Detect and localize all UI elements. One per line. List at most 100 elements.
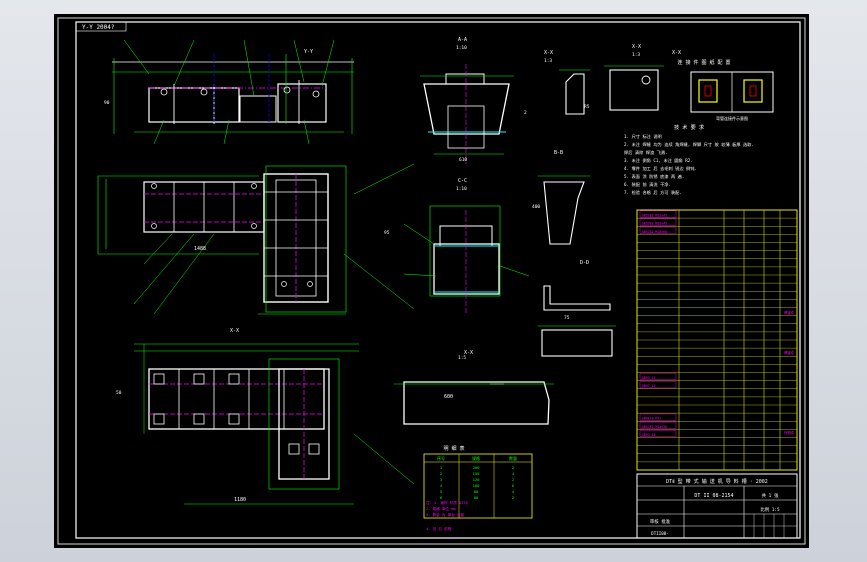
clip-detail-2: X-X 1:3	[604, 44, 664, 111]
spec-cell: 2	[512, 495, 514, 500]
notes-heading: 技 术 要 求	[674, 123, 705, 131]
lower-plate-view: X-X	[394, 350, 554, 425]
label-dim-r5: R5	[584, 104, 590, 110]
label-scale-1-5: 1:5	[458, 355, 466, 361]
bom-side-tag: 焊接件	[784, 350, 795, 355]
spec-cell: 2	[440, 471, 442, 476]
label-dim-2: 2	[524, 110, 527, 116]
label-clip-2-scale: 1:3	[632, 52, 640, 58]
label-scale-c: 1:10	[456, 186, 467, 192]
title-block: DTⅡ 型 带 式 输 送 机 导 料 槽 · 2002 DT II 08-21…	[636, 473, 798, 539]
label-dim-95: 95	[384, 230, 390, 236]
spec-cell: 6	[440, 495, 443, 500]
bom-rows: GB5782 M12×45 GB5782 M12×45 GB5782 M16×60 G…	[637, 210, 797, 463]
spec-cell: 80	[474, 489, 479, 494]
spec-cell: 2	[512, 477, 514, 482]
spec-footer-line: 3. 数量 为 单台 用量	[426, 512, 465, 517]
note-line: 6. 装配 前 清洗 干净.	[624, 181, 671, 188]
label-dim-610: 610	[459, 157, 467, 163]
clip-detail-3: B-B 400	[532, 150, 590, 245]
label-detail-top-right: X-X	[672, 50, 681, 56]
label-clip-3-dim: 400	[532, 204, 540, 210]
label-dim-1488: 1488	[194, 246, 206, 252]
border-outer	[57, 17, 806, 545]
chinese-block-title: 连 接 件 图 纸 配 置	[677, 59, 730, 66]
spec-header: 序号	[437, 455, 445, 461]
title-code: DTII08-	[651, 531, 669, 536]
note-line: 3. 未注 倒角 C1, 未注 圆角 R2.	[624, 157, 693, 164]
spec-cell: 200	[473, 465, 481, 470]
chinese-block-caption: 弯管连接件示意图	[716, 115, 748, 121]
spec-cell: 120	[473, 477, 481, 482]
spec-header: 数量	[509, 455, 517, 461]
title-project: DTⅡ 型 带 式 输 送 机 导 料 槽 · 2002	[666, 478, 768, 485]
note-line: 7. 检验 合格 后 方可 装配.	[624, 189, 682, 196]
section-c-c: C-C 1:10	[403, 178, 530, 314]
spec-cell: 100	[473, 483, 481, 488]
label-top-section: Y-Y	[304, 49, 313, 55]
bom-tag: GB6170 M12	[642, 417, 661, 421]
spec-cell: 2	[512, 465, 514, 470]
spec-cell: 6	[512, 483, 515, 488]
title-sheet: 共 1 张	[762, 492, 779, 499]
spec-footer-line: 2. 规格 单位 mm	[426, 506, 456, 511]
side-elevation-view	[112, 39, 354, 145]
title-signature-grid	[744, 514, 797, 538]
spec-header: 规格	[472, 455, 480, 461]
spec-footer-line: 4. 另 见 说明	[426, 526, 452, 531]
bom-tag: GB97 12	[642, 384, 656, 388]
drawing-sheet: Y-Y 2004? Y-Y 1488 X-X 1180 A-A 1:10 610…	[57, 17, 806, 545]
spec-cell: 4	[512, 489, 515, 494]
label-clip-1-scale: 1:3	[544, 58, 552, 64]
bom-tag: GB93 10	[642, 433, 656, 437]
note-line: 4. 零件 加工 后 去毛刺 锐边 倒钝.	[624, 165, 697, 172]
spec-cell: 3	[440, 477, 442, 482]
cad-canvas: Y-Y 2004? Y-Y 1488 X-X 1180 A-A 1:10 610…	[54, 14, 809, 548]
bill-of-materials: GB5782 M12×45 GB5782 M12×45 GB5782 M16×60 G…	[636, 209, 798, 471]
bom-tag: GB5782 M12×45	[642, 214, 667, 218]
section-a-a: A-A 1:10	[420, 37, 514, 164]
label-dim-1180: 1180	[234, 497, 246, 503]
label-dim-50: 50	[116, 390, 122, 396]
spec-cell: 4	[440, 483, 443, 488]
label-clip-3: B-B	[554, 150, 563, 156]
spec-cell: 1	[440, 465, 443, 470]
bom-tag: GB93 12	[642, 376, 656, 380]
label-bottom-plan: X-X	[230, 328, 239, 334]
spec-table: 明 细 表 序号 规格 数量 1 200 22 150 43 120 24 100 65 80 46…	[423, 445, 533, 531]
bottom-plan-view: X-X	[134, 328, 415, 505]
label-clip-2: X-X	[632, 44, 641, 50]
note-line: 5. 表面 涂 防锈 底漆 两 遍.	[624, 173, 684, 180]
title-drawing-number: DT II 08-2154	[694, 493, 733, 499]
spec-cell: 60	[474, 495, 479, 500]
note-line: 1. 尺寸 标注 说明	[624, 133, 662, 140]
spec-cell: 4	[512, 471, 515, 476]
clip-detail-4: D-D	[538, 260, 616, 357]
spec-table-rows: 1 200 22 150 43 120 24 100 65 80 46 60 2	[440, 465, 515, 500]
label-dim-600: 600	[444, 394, 453, 400]
label-clip-1: X-X	[544, 50, 553, 56]
bom-tag: GB5782 M10×30	[642, 425, 667, 429]
spec-footer-line: 注: 1. 钢材 材质 Q235	[426, 500, 468, 505]
bom-side-tag: 焊接件	[784, 310, 795, 315]
bom-tag: GB5782 M12×45	[642, 222, 667, 226]
label-scale-a: 1:10	[456, 45, 467, 51]
title-scale: 比例 1:5	[760, 506, 780, 513]
spec-cell: 150	[473, 471, 481, 476]
label-section-a: A-A	[458, 37, 467, 43]
technical-notes: 技 术 要 求 1. 尺寸 标注 说明 2. 未注 焊缝 均为 连续 角焊缝, …	[624, 123, 754, 196]
middle-plan-view	[97, 163, 415, 315]
note-line: 2. 未注 焊缝 均为 连续 角焊缝, 焊脚 尺寸 按 较薄 板厚 选取.	[624, 141, 754, 148]
title-approval: 审核 批准	[650, 518, 671, 525]
spec-table-title: 明 细 表	[443, 445, 464, 452]
label-dim-90: 90	[104, 100, 110, 106]
note-line: 焊后 清除 焊渣 飞溅.	[624, 149, 668, 156]
label-dim-75: 75	[564, 315, 570, 321]
label-section-c: C-C	[458, 178, 467, 184]
label-clip-4: D-D	[580, 260, 589, 266]
spec-cell: 5	[440, 489, 442, 494]
corner-tag: Y-Y 2004?	[82, 24, 115, 31]
bom-side-tag: 外购件	[784, 430, 795, 435]
bom-tag: GB5782 M16×60	[642, 230, 667, 234]
connector-detail-block: 连 接 件 图 纸 配 置 弯管连接件示意图	[677, 59, 774, 121]
